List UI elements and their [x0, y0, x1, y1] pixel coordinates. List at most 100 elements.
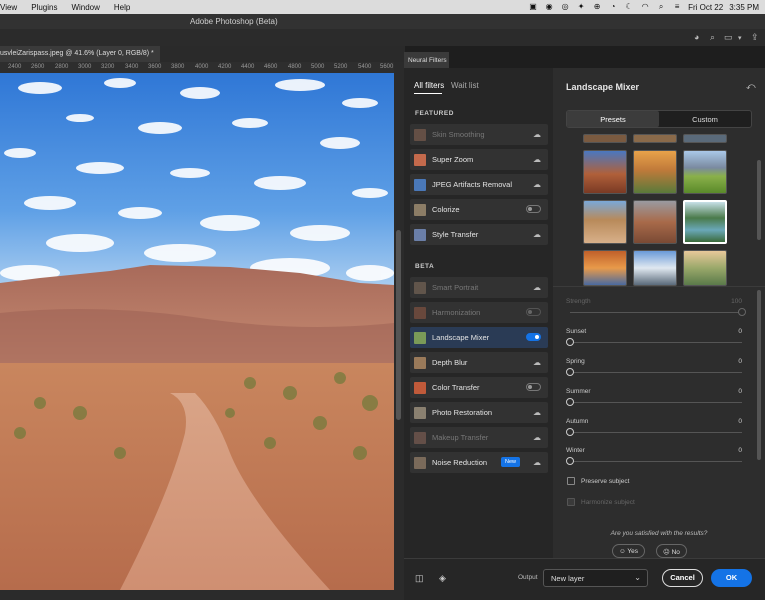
preset-thumbnail[interactable] — [583, 134, 627, 143]
filter-style-transfer[interactable]: Style Transfer ☁ — [410, 224, 548, 245]
filter-thumbnail — [414, 381, 426, 394]
ruler-label: 4400 — [241, 64, 255, 70]
screen-icon[interactable]: ▣ — [528, 3, 538, 11]
slider-track[interactable] — [570, 312, 742, 313]
scroll-thumb[interactable] — [396, 230, 401, 420]
cloud-download-icon[interactable]: ☁ — [532, 230, 542, 239]
creative-cloud-icon[interactable]: ◉ — [544, 3, 554, 11]
compare-icon[interactable]: ◫ — [415, 573, 425, 583]
cloud-download-icon[interactable]: ☁ — [532, 283, 542, 292]
status-icon[interactable]: ⊕ — [592, 3, 602, 11]
workspace-icon[interactable]: ▭ — [724, 32, 733, 43]
filter-landscape-mixer[interactable]: Landscape Mixer — [410, 327, 548, 348]
preset-thumbnail[interactable] — [683, 134, 727, 143]
filter-color-transfer[interactable]: Color Transfer — [410, 377, 548, 398]
cloud-download-icon[interactable]: ☁ — [532, 155, 542, 164]
menu-plugins[interactable]: Plugins — [31, 3, 57, 12]
slider-track[interactable] — [570, 372, 742, 373]
preset-snow-mountains[interactable] — [633, 250, 677, 286]
cloud-download-icon[interactable]: ☁ — [532, 408, 542, 417]
ok-button[interactable]: OK — [711, 569, 752, 587]
filter-label: Smart Portrait — [432, 283, 479, 292]
control-center-icon[interactable]: ≡ — [672, 3, 682, 11]
colorize-toggle[interactable] — [526, 205, 541, 213]
slider-knob[interactable] — [566, 338, 574, 346]
cloud-download-icon[interactable]: ☁ — [532, 358, 542, 367]
presets-scrollbar[interactable] — [757, 160, 761, 240]
filter-jpeg-artifacts-removal[interactable]: JPEG Artifacts Removal ☁ — [410, 174, 548, 195]
sync-icon[interactable]: ◎ — [560, 3, 570, 11]
filter-makeup-transfer[interactable]: Makeup Transfer ☁ — [410, 427, 548, 448]
share-user-icon[interactable]: ◕ — [694, 32, 699, 42]
menu-help[interactable]: Help — [114, 3, 130, 12]
filter-skin-smoothing[interactable]: Skin Smoothing ☁ — [410, 124, 548, 145]
slider-label: Spring — [566, 358, 585, 365]
filter-photo-restoration[interactable]: Photo Restoration ☁ — [410, 402, 548, 423]
dropbox-icon[interactable]: ✦ — [576, 3, 586, 11]
slider-track[interactable] — [570, 432, 742, 433]
slider-value: 0 — [738, 388, 742, 395]
cloud-download-icon[interactable]: ☁ — [532, 433, 542, 442]
feedback-no-button[interactable]: ☹ No — [656, 544, 687, 558]
filter-colorize[interactable]: Colorize — [410, 199, 548, 220]
preset-thumbnail[interactable] — [633, 134, 677, 143]
feedback-yes-button[interactable]: ☺ Yes — [612, 544, 645, 558]
tab-wait-list[interactable]: Wait list — [451, 81, 479, 90]
horizontal-scrollbar[interactable] — [0, 590, 394, 600]
preset-canyon[interactable] — [583, 150, 627, 194]
filter-harmonization[interactable]: Harmonization — [410, 302, 548, 323]
slider-value: 0 — [738, 358, 742, 365]
color-transfer-toggle[interactable] — [526, 383, 541, 391]
slider-knob[interactable] — [566, 398, 574, 406]
slider-track[interactable] — [570, 461, 742, 462]
preset-meadow[interactable] — [683, 250, 727, 286]
clock-icon[interactable]: ◔ — [608, 3, 618, 11]
output-select[interactable]: New layer ⌄ — [543, 569, 648, 587]
preset-river-valley[interactable] — [683, 200, 727, 244]
slider-track[interactable] — [570, 342, 742, 343]
preset-lake-sunset[interactable] — [583, 250, 627, 286]
tab-presets[interactable]: Presets — [567, 111, 659, 127]
slider-track[interactable] — [570, 402, 742, 403]
slider-knob[interactable] — [566, 428, 574, 436]
preset-sunset-hills[interactable] — [633, 150, 677, 194]
tab-custom[interactable]: Custom — [659, 111, 751, 127]
tab-all-filters[interactable]: All filters — [414, 81, 444, 94]
reset-icon[interactable]: ⤺ — [746, 81, 758, 91]
settings-scrollbar[interactable] — [757, 290, 761, 460]
menubar-date: Fri Oct 22 — [688, 2, 724, 12]
filter-depth-blur[interactable]: Depth Blur ☁ — [410, 352, 548, 373]
satisfaction-question: Are you satisfied with the results? — [610, 530, 708, 537]
neural-filters-tab[interactable]: Neural Filters — [404, 52, 449, 68]
harmonize-subject-checkbox[interactable] — [567, 498, 575, 506]
slider-knob[interactable] — [566, 457, 574, 465]
share-icon[interactable]: ⇪ — [751, 32, 759, 43]
slider-knob[interactable] — [738, 308, 746, 316]
cloud-download-icon[interactable]: ☁ — [532, 130, 542, 139]
cancel-button[interactable]: Cancel — [662, 569, 703, 587]
filter-super-zoom[interactable]: Super Zoom ☁ — [410, 149, 548, 170]
wifi-icon[interactable]: ◠ — [640, 3, 650, 11]
chevron-down-icon[interactable]: ▾ — [738, 34, 742, 42]
moon-icon[interactable]: ☾ — [624, 3, 634, 11]
preset-monument-valley[interactable] — [633, 200, 677, 244]
search-icon[interactable]: ⌕ — [656, 3, 666, 11]
slider-knob[interactable] — [566, 368, 574, 376]
preset-desert-rocks[interactable] — [583, 200, 627, 244]
menu-window[interactable]: Window — [71, 3, 99, 12]
preserve-subject-checkbox[interactable] — [567, 477, 575, 485]
preset-green-valley[interactable] — [683, 150, 727, 194]
layers-icon[interactable]: ◈ — [439, 573, 449, 583]
cloud-download-icon[interactable]: ☁ — [532, 180, 542, 189]
filter-noise-reduction[interactable]: Noise Reduction New ☁ — [410, 452, 548, 473]
menu-view[interactable]: View — [0, 3, 17, 12]
cloud-download-icon[interactable]: ☁ — [532, 458, 542, 467]
harmonization-toggle[interactable] — [526, 308, 541, 316]
search-icon[interactable]: ⌕ — [710, 32, 715, 43]
filter-label: Photo Restoration — [432, 408, 493, 417]
landscape-mixer-toggle[interactable] — [526, 333, 541, 341]
filter-smart-portrait[interactable]: Smart Portrait ☁ — [410, 277, 548, 298]
document-tab[interactable]: usvleiZarispass.jpeg @ 41.6% (Layer 0, R… — [0, 46, 160, 62]
document-canvas[interactable] — [0, 73, 394, 590]
filter-label: JPEG Artifacts Removal — [432, 180, 513, 189]
